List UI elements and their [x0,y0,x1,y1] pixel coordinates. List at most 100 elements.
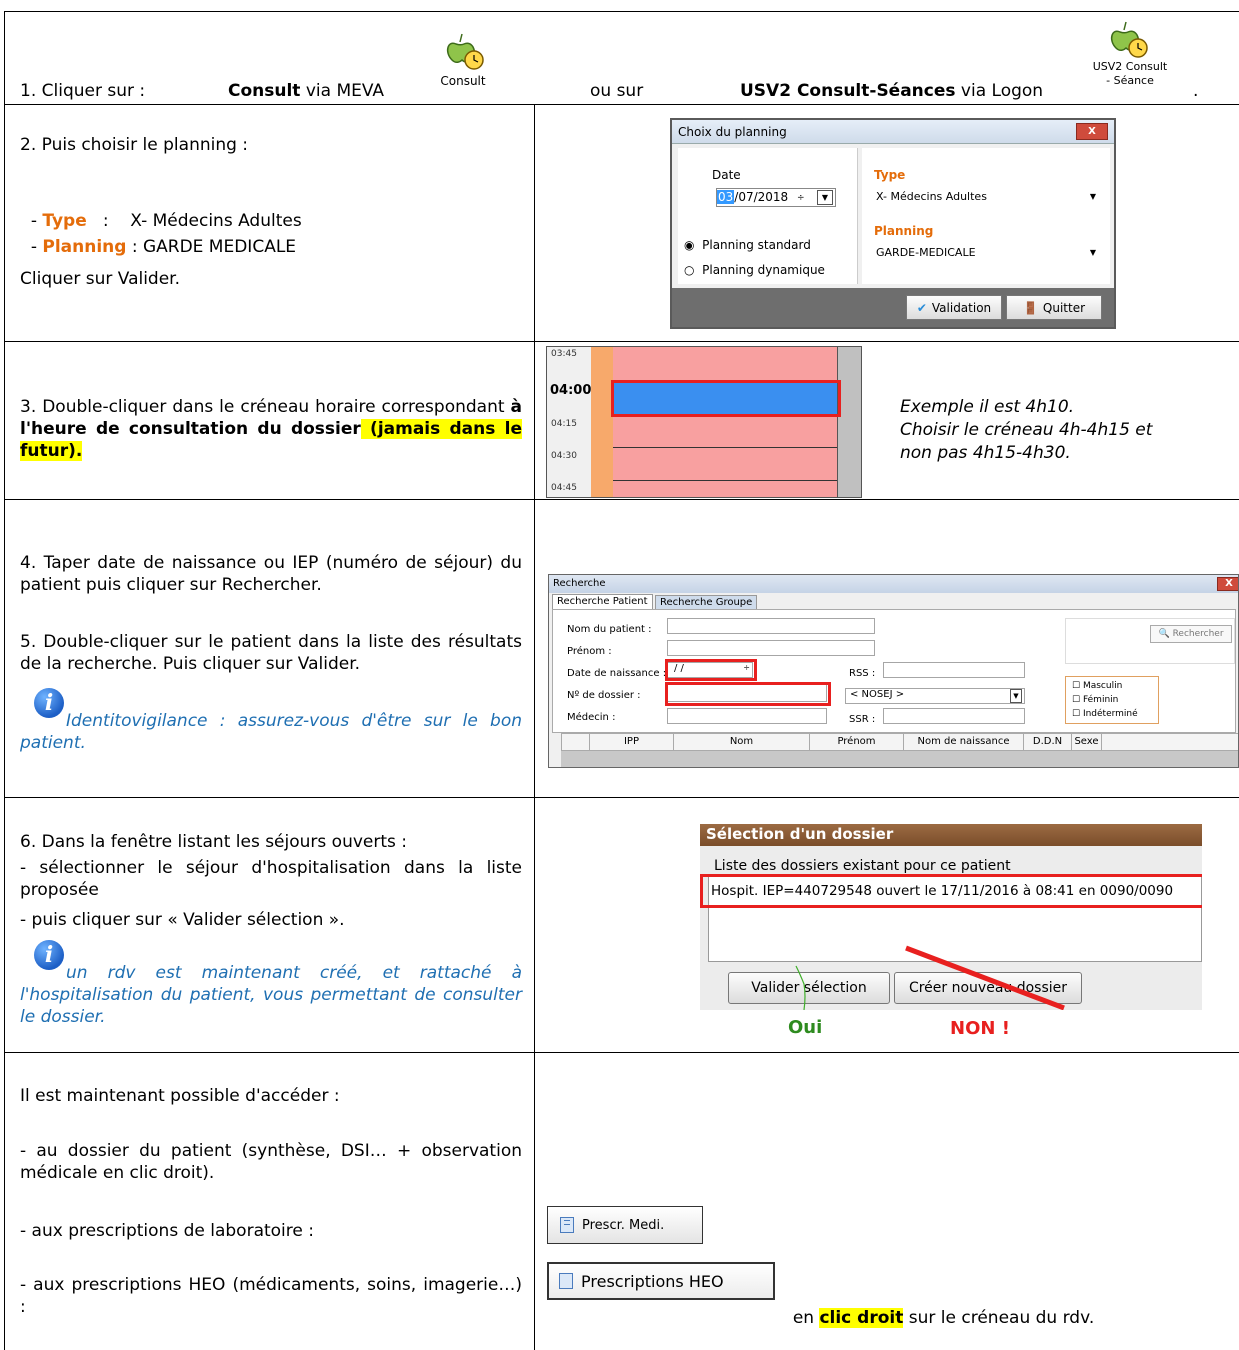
choix-planning-dialog: Choix du planning X Date 03/07/2018 ÷ ▼ … [670,118,1116,329]
slot-highlight-box [611,380,841,417]
row2-line4: Cliquer sur Valider. [20,269,181,289]
time-stripe [591,347,613,497]
row6-line3: - aux prescriptions HEO (médicaments, so… [20,1275,522,1317]
slot-0445[interactable] [613,481,837,497]
label-prenom: Prénom : [567,646,612,657]
row-divider-2 [4,341,1239,342]
oui-label: Oui [788,1017,823,1038]
time-label-0400: 04:00 [550,383,592,398]
label-rss: RSS : [849,668,876,679]
radio-dynamic[interactable]: ○ Planning dynamique [684,263,825,277]
ddn-highlight-box [665,659,757,681]
results-table-header: IPP Nom Prénom Nom de naissance D.D.N Se… [561,733,1238,751]
col-sexe[interactable]: Sexe [1072,734,1102,750]
checkbox-feminin[interactable]: ☐ Féminin [1072,695,1118,705]
row5-line1: - sélectionner le séjour d'hospitalisati… [20,858,522,900]
checkbox-icon: ☐ [1072,709,1081,719]
date-field[interactable]: 03/07/2018 ÷ ▼ [716,188,836,207]
rechercher-button[interactable]: 🔍 Rechercher [1150,625,1232,643]
medecin-input[interactable] [667,708,827,724]
radio-standard[interactable]: ◉ Planning standard [684,238,811,252]
checkbox-masculin[interactable]: ☐ Masculin [1072,681,1122,691]
recherche-dialog: Recherche X Recherche Patient Recherche … [548,574,1239,768]
time-label-0415: 04:15 [551,419,577,429]
checkmark-icon: ✔ [916,300,927,315]
prenom-input[interactable] [667,640,875,656]
nosej-select[interactable]: < NOSEJ > ▼ [845,688,1025,704]
prescr-medi-button[interactable]: Prescr. Medi. [547,1206,703,1244]
consult-icon-label: Consult [440,74,486,88]
table-border-left [4,11,5,1350]
time-label-0430: 04:30 [551,451,577,461]
slot-0345[interactable] [613,347,837,381]
magnifier-icon: 🔍 [1158,629,1170,639]
col-nom[interactable]: Nom [674,734,810,750]
radio-unchecked-icon: ○ [684,263,695,277]
sexe-group: ☐ Masculin ☐ Féminin ☐ Indéterminé [1065,676,1159,724]
col-ipp[interactable]: IPP [590,734,674,750]
usv2-app-icon[interactable]: USV2 Consult - Séance [1088,20,1172,90]
row6-heo-suffix: en clic droit sur le créneau du rdv. [792,1308,1095,1328]
row1-step-text: 1. Cliquer sur : [20,81,146,101]
label-medecin: Médecin : [567,712,616,723]
col-prenom[interactable]: Prénom [810,734,904,750]
spin-icon[interactable]: ÷ [797,190,805,207]
ssr-input[interactable] [883,708,1025,724]
row6-line1: - au dossier du patient (synthèse, DSI… … [20,1141,522,1183]
date-label: Date [712,168,741,182]
scrollbar[interactable] [837,347,861,497]
nom-input[interactable] [667,618,875,634]
selection-dossier-dialog: Sélection d'un dossier Liste des dossier… [700,824,1202,1010]
row3-instruction: 3. Double-cliquer dans le créneau horair… [20,397,522,461]
exit-door-icon: 🚪 [1022,300,1038,315]
row1-ou-sur: ou sur [590,81,644,101]
label-dossier: Nº de dossier : [567,690,641,701]
recherche-titlebar: Recherche X [549,575,1238,593]
date-day: 03 [717,190,735,204]
table-border-top [4,11,1239,12]
checkbox-indetermine[interactable]: ☐ Indéterminé [1072,709,1138,719]
slot-0415[interactable] [613,415,837,448]
col-ddn[interactable]: D.D.N [1024,734,1072,750]
rss-input[interactable] [883,662,1025,678]
row1-dot: . [1193,81,1199,101]
quitter-button[interactable]: 🚪 Quitter [1006,295,1102,320]
type-label: Type [874,168,906,182]
tab-recherche-groupe[interactable]: Recherche Groupe [655,595,758,609]
consult-app-icon[interactable]: Consult [428,30,498,92]
col-nom-naissance[interactable]: Nom de naissance [904,734,1024,750]
row5-note: un rdv est maintenant créé, et rattaché … [20,963,522,1027]
row-divider-3 [4,499,1239,500]
row-divider-1 [4,104,1239,105]
usv2-icon-label-1: USV2 Consult [1092,60,1168,73]
row2-line1: 2. Puis choisir le planning : [20,135,249,155]
close-button[interactable]: X [1076,123,1108,140]
dialog-titlebar: Choix du planning X [672,120,1114,144]
time-label-0345: 03:45 [551,349,577,359]
calendar-dropdown-icon[interactable]: ▼ [817,190,833,205]
time-label-0445: 04:45 [551,483,577,493]
type-select[interactable]: X- Médecins Adultes ▼ [876,190,1100,208]
strike-through-mark [795,945,1065,1010]
dialog-title: Choix du planning [678,125,787,139]
prescriptions-heo-button[interactable]: Prescriptions HEO [547,1262,775,1300]
row4-note: Identitovigilance : assurez-vous d'être … [20,711,522,753]
tab-recherche-patient[interactable]: Recherche Patient [552,594,653,609]
close-button[interactable]: X [1217,577,1238,591]
dialog-right-panel: Type X- Médecins Adultes ▼ Planning GARD… [862,148,1110,284]
row1-usv2-text: USV2 Consult-Séances via Logon [740,81,1044,101]
planning-select[interactable]: GARDE-MEDICALE ▼ [876,246,1100,264]
planning-grid: 03:45 04:00 04:15 04:30 04:45 [546,346,862,498]
row4-step5: 5. Double-cliquer sur le patient dans la… [20,632,522,674]
recherche-title: Recherche [553,578,606,589]
slot-0430[interactable] [613,448,837,481]
checkbox-icon: ☐ [1072,681,1081,691]
row5-intro: 6. Dans la fenêtre listant les séjours o… [20,832,408,852]
label-nom: Nom du patient : [567,624,652,635]
label-ddn: Date de naissance : [567,668,667,679]
dropdown-arrow-icon: ▼ [1089,192,1096,201]
row6-intro: Il est maintenant possible d'accéder : [20,1086,340,1106]
validation-button[interactable]: ✔ Validation [906,295,1002,320]
rechercher-area: 🔍 Rechercher [1065,618,1235,664]
document-icon [559,1273,573,1289]
